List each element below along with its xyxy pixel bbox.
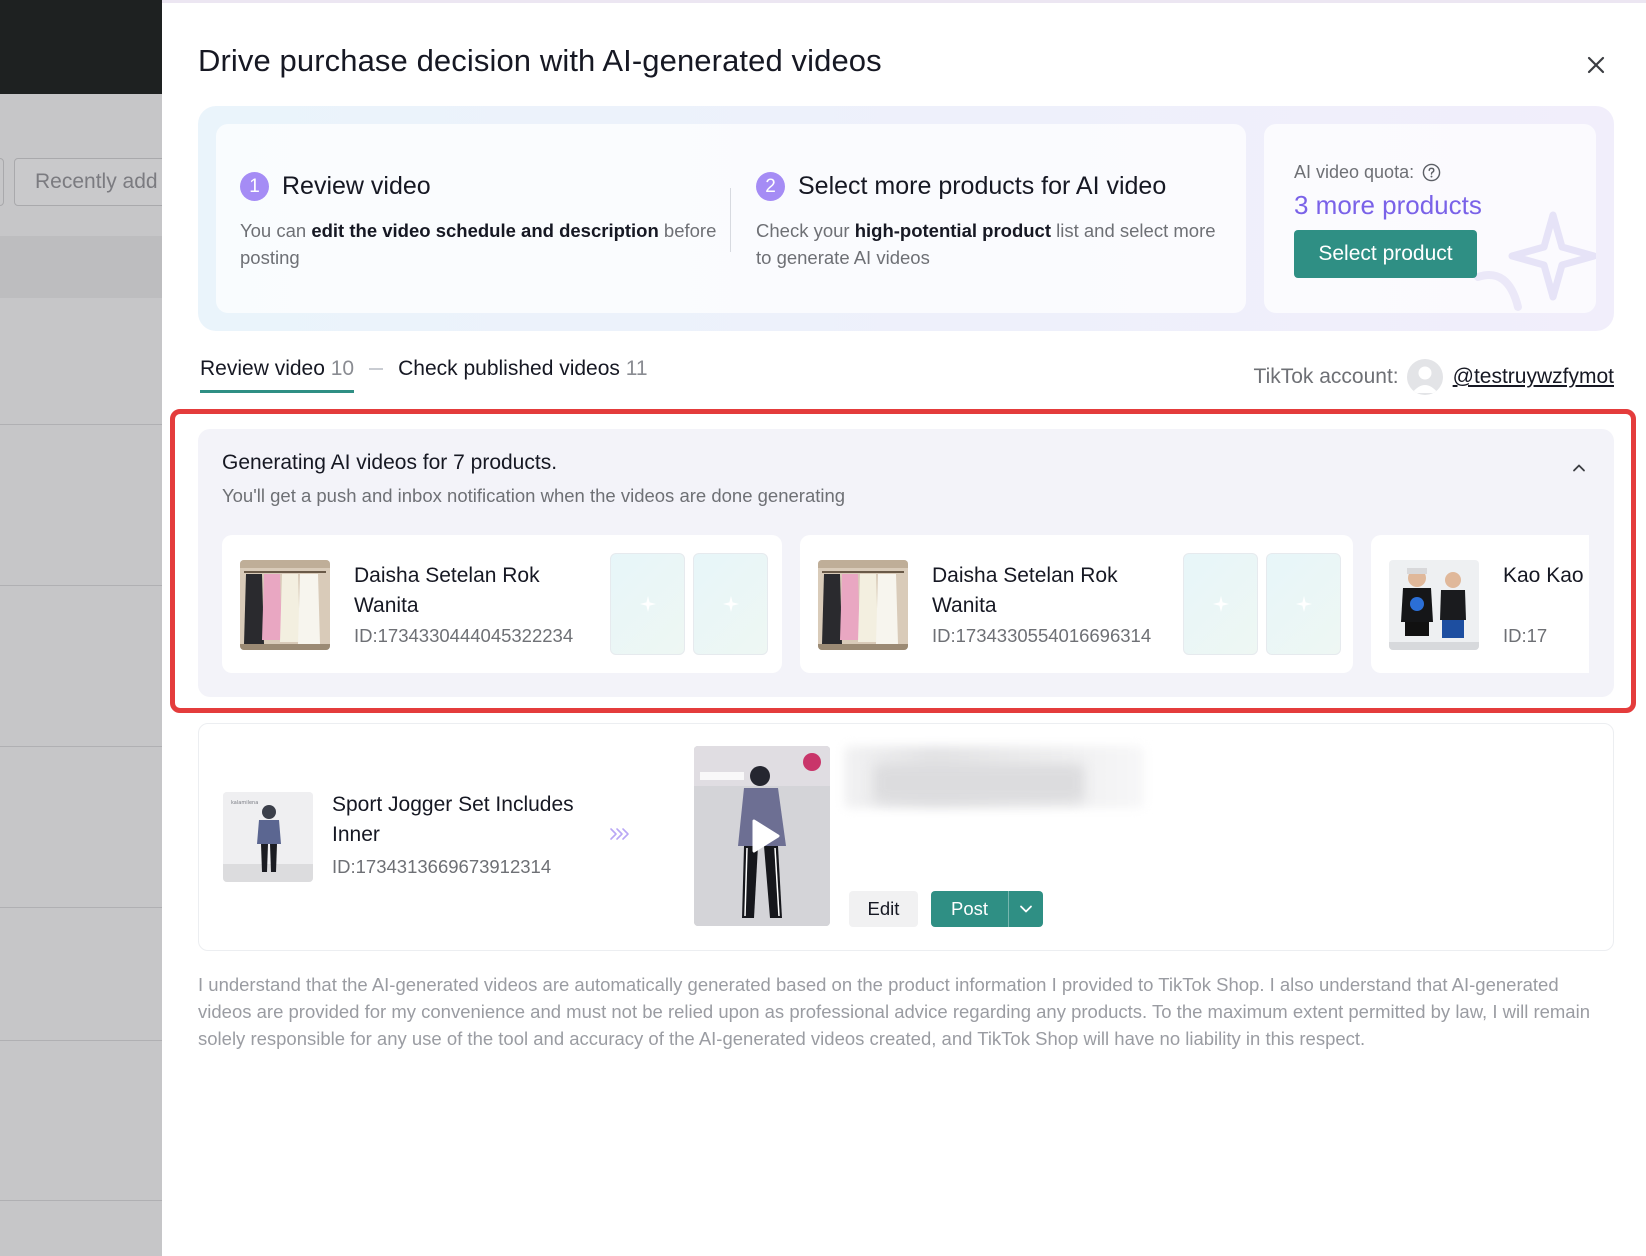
step-title: Review video [282,172,431,200]
onboarding-banner: 1 Review video You can edit the video sc… [198,106,1614,331]
video-tabs: Review video 10 Check published videos 1… [200,357,648,393]
review-video-item: kalamilena Sport Jogger Set Includes Inn… [198,723,1614,951]
product-thumbnail [1389,560,1479,650]
product-thumbnail [240,560,330,650]
user-avatar-icon [1411,366,1438,393]
chevron-up-icon[interactable] [1570,459,1588,477]
background-row-divider [0,1040,162,1041]
arrow-right-icon [610,828,629,840]
generating-product-card: Kao Kao ID:17 [1371,535,1589,673]
close-icon[interactable] [1580,49,1612,81]
step-select-products: 2 Select more products for AI video Chec… [756,172,1226,271]
sparkle-icon [722,596,739,612]
post-button-group: Post [931,891,1043,927]
jogger-set-image: kalamilena [223,792,313,882]
product-name: Daisha Setelan Rok Wanita [354,564,540,617]
video-placeholder-slot [693,553,768,655]
product-name: Kao Kao [1503,564,1584,587]
chevron-down-icon [1020,905,1032,913]
product-id: ID:1734330444045322234 [354,625,574,646]
post-button[interactable]: Post [931,891,1008,927]
select-product-button[interactable]: Select product [1294,230,1477,278]
tab-check-published-videos[interactable]: Check published videos 11 [398,357,647,393]
generating-subtitle: You'll get a push and inbox notification… [222,485,846,506]
video-preview[interactable] [694,746,830,926]
sparkle-icon [639,596,656,612]
clothing-rack-image [240,560,330,650]
step-description: Check your high-potential product list a… [756,220,1216,268]
background-row-divider [0,424,162,425]
sparkle-decoration-icon [1474,211,1596,311]
product-id: ID:17 [1503,625,1548,646]
ai-video-drawer: Drive purchase decision with AI-generate… [162,0,1646,1256]
step-number-badge: 1 [240,172,269,201]
step-number-badge: 2 [756,172,785,201]
clothing-rack-image [818,560,908,650]
product-thumbnail: kalamilena [223,792,313,882]
background-row-divider [0,907,162,908]
account-handle-link[interactable]: @testruywzfymot [1453,365,1614,389]
quota-label: AI video quota: [1294,162,1441,183]
blurred-description [874,764,1084,802]
post-dropdown-button[interactable] [1008,891,1043,927]
generating-panel: Generating AI videos for 7 products. You… [198,429,1614,697]
video-placeholder-slot [1183,553,1258,655]
step-description: You can edit the video schedule and desc… [240,220,717,268]
kids-outfit-image [1389,560,1479,650]
sparkle-icon [1212,596,1229,612]
edit-button[interactable]: Edit [849,891,918,927]
background-table-header [0,236,162,298]
background-row-divider [0,1200,162,1201]
play-icon[interactable] [744,816,784,856]
tiktok-account: TikTok account: @testruywzfymot [1254,359,1614,395]
disclaimer-text: I understand that the AI-generated video… [198,974,1590,1049]
product-id: ID:1734313669673912314 [332,856,552,877]
product-name: Sport Jogger Set Includes Inner [332,793,574,846]
background-filter-recently-added[interactable]: Recently add [14,158,162,206]
quota-card: AI video quota: 3 more products Select p… [1264,124,1596,313]
step-review-video: 1 Review video You can edit the video sc… [240,172,720,271]
tab-separator [369,368,384,370]
generating-product-card: Daisha Setelan Rok Wanita ID:17343305540… [800,535,1353,673]
avatar [1406,359,1443,395]
background-filter-edge [0,158,4,206]
product-thumbnail [818,560,908,650]
steps-card: 1 Review video You can edit the video sc… [216,124,1246,313]
step-title: Select more products for AI video [798,172,1167,200]
video-placeholder-slot [1266,553,1341,655]
step-divider [730,188,731,252]
generating-product-card: Daisha Setelan Rok Wanita ID:17343304440… [222,535,782,673]
background-row-divider [0,585,162,586]
product-name: Daisha Setelan Rok Wanita [932,564,1118,617]
sparkle-icon [1295,596,1312,612]
video-placeholder-slot [610,553,685,655]
generating-title: Generating AI videos for 7 products. [222,451,558,474]
background-row-divider [0,746,162,747]
account-label: TikTok account: [1253,365,1399,388]
product-id: ID:1734330554016696314 [932,625,1152,646]
svg-text:kalamilena: kalamilena [231,800,258,806]
dialog-title: Drive purchase decision with AI-generate… [198,43,882,78]
generating-products-row: Daisha Setelan Rok Wanita ID:17343304440… [222,535,1589,675]
quota-value: 3 more products [1294,190,1482,220]
help-circle-icon[interactable] [1422,163,1441,182]
background-page: Recently add [0,0,162,1256]
background-header [0,0,162,94]
tab-review-video[interactable]: Review video 10 [200,357,355,393]
